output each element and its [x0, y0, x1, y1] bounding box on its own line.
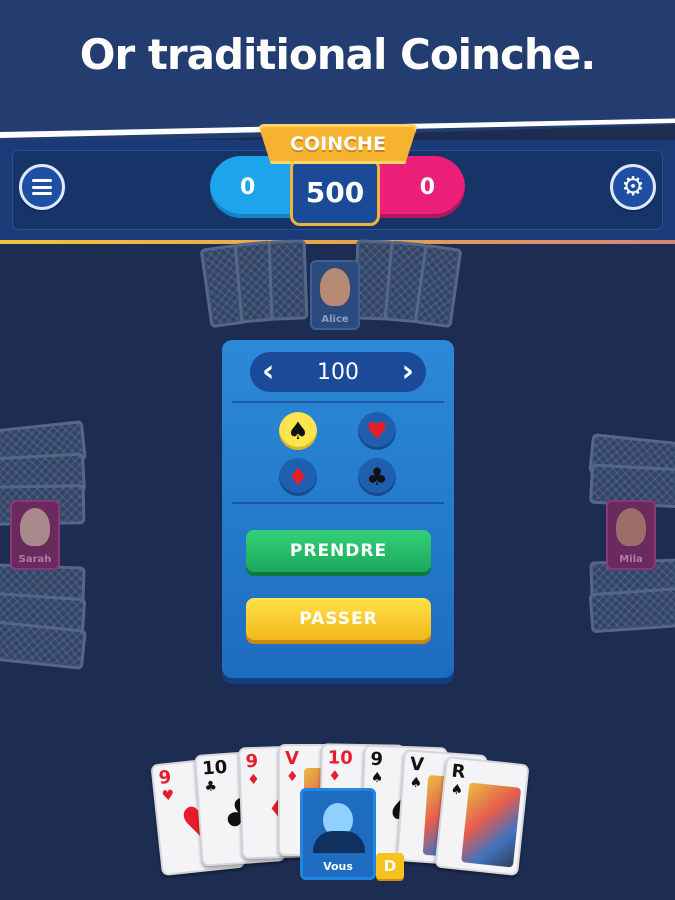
- card-rank: V: [409, 753, 425, 776]
- menu-button[interactable]: [19, 164, 65, 210]
- card-suit: ♠: [449, 781, 464, 799]
- card-rank: 9: [245, 750, 259, 773]
- chevron-left-icon[interactable]: ‹: [262, 357, 274, 387]
- panel-divider: [232, 401, 444, 403]
- avatar-portrait: [320, 268, 350, 306]
- dealer-badge: D: [376, 853, 404, 879]
- card-back: [267, 239, 309, 321]
- card-suit: ♠: [370, 769, 384, 787]
- card-suit: ♠: [409, 774, 423, 792]
- suit-clubs-button[interactable]: ♣: [358, 458, 396, 496]
- avatar-portrait: [616, 508, 646, 546]
- card-suit: ♦: [246, 771, 261, 789]
- bid-value-stepper: ‹ 100 ›: [250, 352, 426, 392]
- card-suit: ♦: [328, 768, 342, 785]
- card-rank: R: [450, 760, 467, 783]
- card-rank: 9: [370, 748, 384, 771]
- avatar-body: [313, 831, 365, 853]
- avatar-portrait: [20, 508, 50, 546]
- player-name: Mila: [619, 554, 643, 565]
- card-rank: 10: [327, 747, 353, 769]
- local-player-avatar: Vous: [300, 788, 376, 880]
- pass-button[interactable]: PASSER: [246, 598, 431, 640]
- player-avatar-alice: Alice: [310, 260, 360, 330]
- suit-diamonds-button[interactable]: ♦: [279, 458, 317, 496]
- face-card-art: [461, 782, 522, 868]
- settings-button[interactable]: ⚙: [610, 164, 656, 210]
- banner-title: Or traditional Coinche.: [79, 30, 596, 79]
- player-avatar-sarah: Sarah: [10, 500, 60, 570]
- card-suit: ♦: [286, 769, 299, 785]
- player-name: Vous: [323, 860, 353, 873]
- chevron-right-icon[interactable]: ›: [402, 357, 414, 387]
- player-name: Sarah: [18, 554, 52, 565]
- target-score: 500: [290, 158, 380, 226]
- suit-spades-button[interactable]: ♠: [279, 412, 317, 450]
- gear-icon: ⚙: [621, 172, 645, 202]
- take-button[interactable]: PRENDRE: [246, 530, 431, 572]
- card-back: [588, 586, 675, 634]
- bid-value: 100: [317, 359, 359, 385]
- hamburger-menu-icon: [32, 179, 52, 195]
- panel-divider: [232, 502, 444, 504]
- hand-card[interactable]: R ♠: [434, 755, 530, 877]
- card-suit: ♣: [203, 778, 218, 796]
- suit-hearts-button[interactable]: ♥: [358, 412, 396, 450]
- card-rank: V: [285, 748, 299, 769]
- player-name: Alice: [321, 314, 349, 325]
- player-avatar-mila: Mila: [606, 500, 656, 570]
- game-mode-badge: COINCHE: [258, 124, 418, 164]
- card-rank: 10: [201, 756, 228, 780]
- card-suit: ♥: [160, 787, 176, 805]
- card-rank: 9: [157, 766, 173, 789]
